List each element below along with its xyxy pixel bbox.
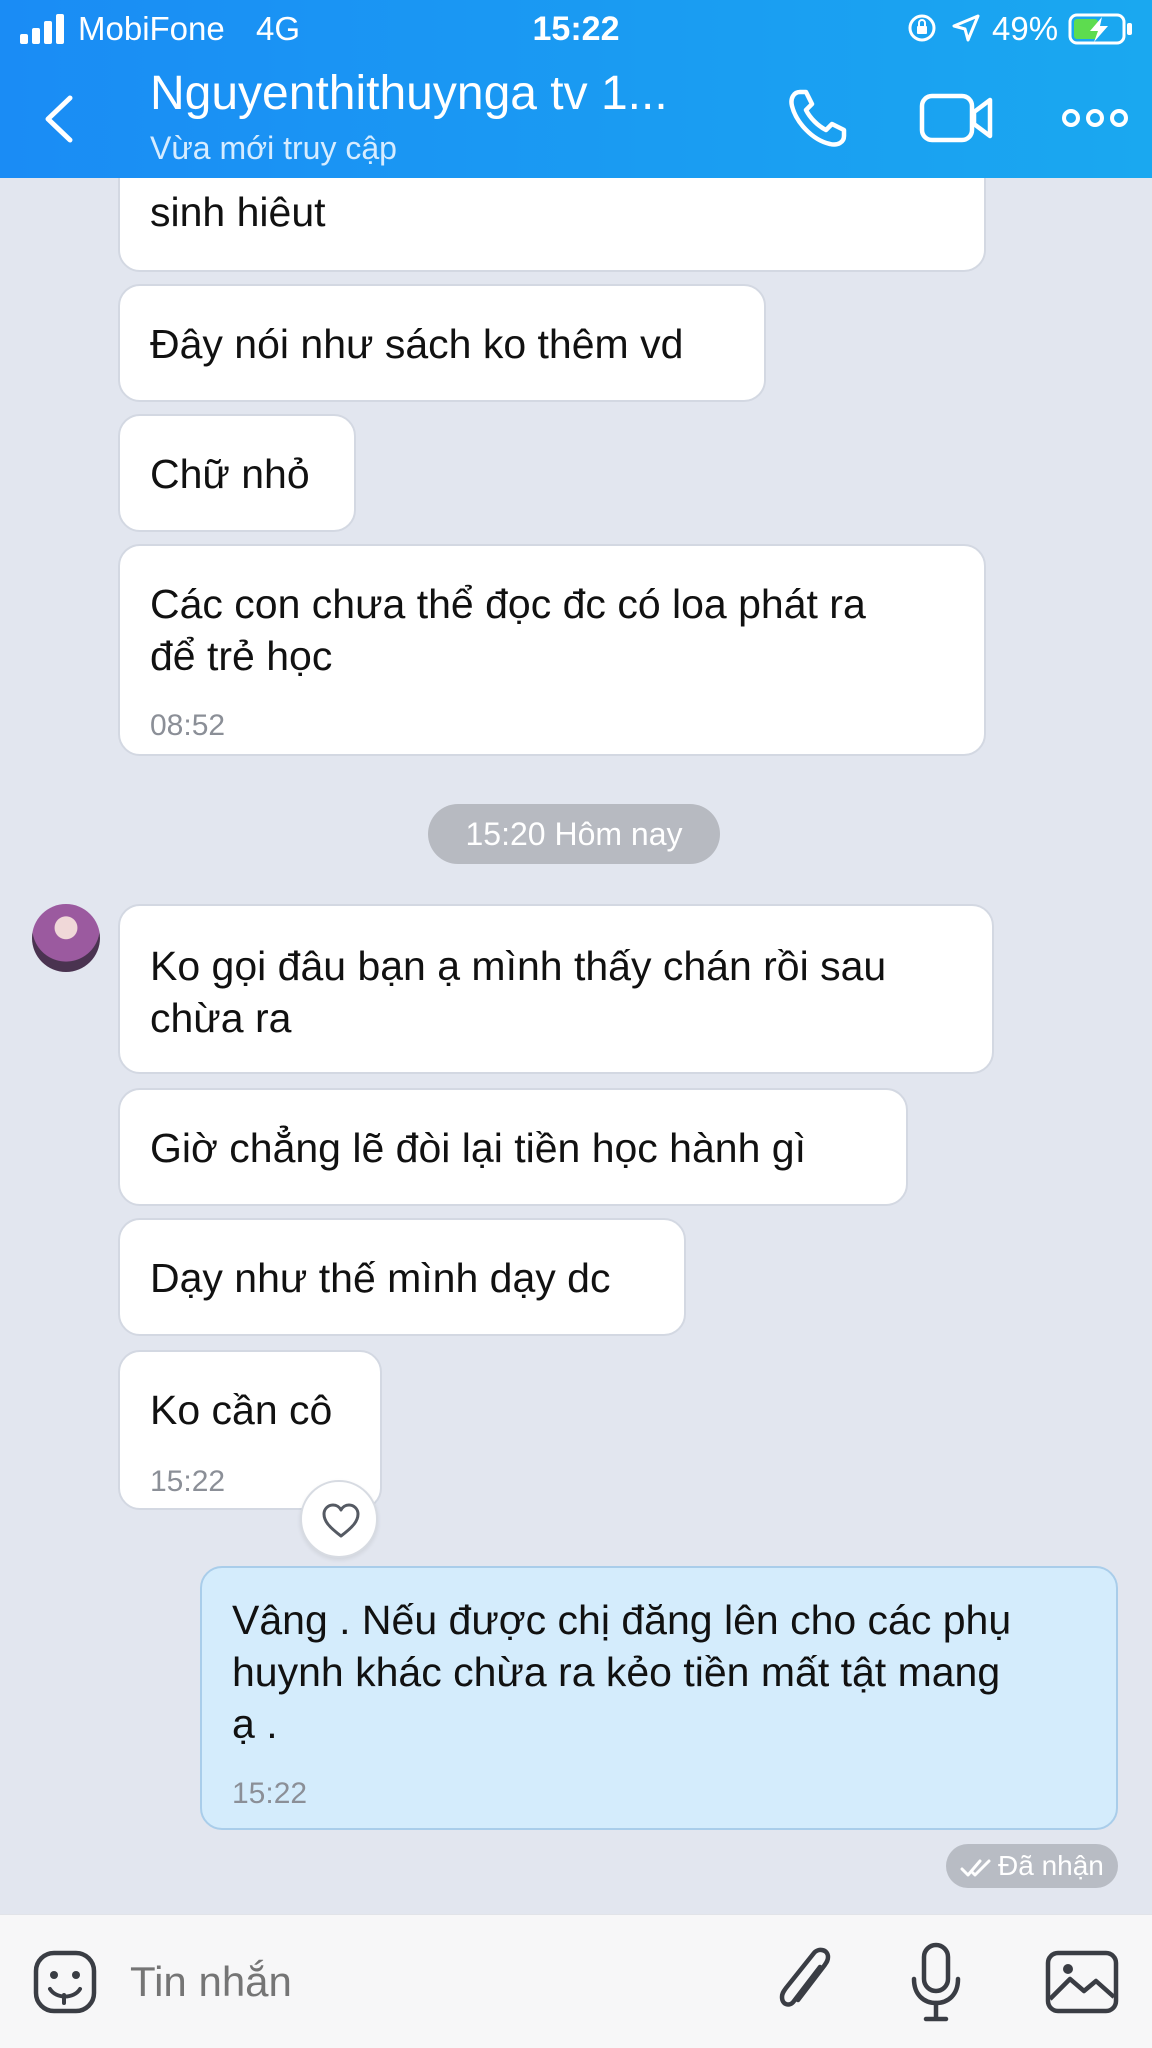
sent-message[interactable]: Vâng . Nếu được chị đăng lên cho các phụ… xyxy=(200,1566,1118,1830)
message-text: sinh hiêut xyxy=(150,189,326,235)
location-arrow-icon xyxy=(952,14,980,42)
message-text: Dạy như thế mình dạy dc xyxy=(150,1255,611,1301)
paperclip-icon[interactable] xyxy=(770,1945,840,2021)
back-button[interactable] xyxy=(30,84,90,154)
message-text: Vâng . Nếu được chị đăng lên cho các phụ xyxy=(232,1597,1012,1643)
delivery-status-text: Đã nhận xyxy=(998,1850,1104,1881)
battery-charging-icon xyxy=(1068,13,1132,45)
message-text: chừa ra xyxy=(150,995,292,1041)
message-input[interactable] xyxy=(130,1945,730,2019)
more-options-icon[interactable] xyxy=(1060,100,1130,136)
message-time: 08:52 xyxy=(150,709,226,742)
battery-percentage: 49% xyxy=(992,10,1059,47)
contact-avatar[interactable] xyxy=(32,904,100,972)
message-composer xyxy=(0,1914,1152,2048)
received-message[interactable]: Dạy như thế mình dạy dc xyxy=(118,1218,686,1336)
message-time: 15:22 xyxy=(150,1465,226,1498)
app-bar: Nguyenthithuynga tv 1... Vừa mới truy cậ… xyxy=(0,60,1152,178)
message-text: Chữ nhỏ xyxy=(150,451,310,497)
message-text: huynh khác chừa ra kẻo tiền mất tật mang xyxy=(232,1649,1001,1695)
message-text: Ko cần cô xyxy=(150,1387,333,1433)
contact-name[interactable]: Nguyenthithuynga tv 1... xyxy=(150,66,668,121)
received-message[interactable]: Các con chưa thể đọc đc có loa phát ra đ… xyxy=(118,544,986,756)
chat-header: MobiFone 4G 15:22 49% Nguyenthithuynga t… xyxy=(0,0,1152,178)
received-message[interactable]: Giờ chẳng lẽ đòi lại tiền học hành gì xyxy=(118,1088,908,1206)
date-separator: 15:20 Hôm nay xyxy=(428,804,720,864)
message-text: Giờ chẳng lẽ đòi lại tiền học hành gì xyxy=(150,1125,806,1171)
double-check-icon xyxy=(960,1859,991,1877)
received-message[interactable]: Đây nói như sách ko thêm vd xyxy=(118,284,766,402)
heart-icon xyxy=(322,1503,360,1538)
video-call-icon[interactable] xyxy=(918,88,994,148)
react-button[interactable] xyxy=(300,1480,378,1558)
sticker-emoji-icon[interactable] xyxy=(32,1949,98,2015)
rotation-lock-icon xyxy=(908,14,936,42)
message-text: Các con chưa thể đọc đc có loa phát ra xyxy=(150,581,866,627)
message-time: 15:22 xyxy=(232,1777,308,1810)
message-text: Đây nói như sách ko thêm vd xyxy=(150,321,684,367)
status-bar: MobiFone 4G 15:22 49% xyxy=(0,0,1152,60)
message-text: để trẻ học xyxy=(150,633,333,679)
contact-status: Vừa mới truy cập xyxy=(150,130,397,166)
message-text: Ko gọi đâu bạn ạ mình thấy chán rồi sau xyxy=(150,943,887,989)
received-message[interactable]: Chữ nhỏ xyxy=(118,414,356,532)
microphone-icon[interactable] xyxy=(906,1941,966,2025)
message-text: ạ . xyxy=(232,1701,278,1747)
image-gallery-icon[interactable] xyxy=(1044,1949,1120,2015)
phone-call-icon[interactable] xyxy=(782,84,852,154)
received-message[interactable]: Ko gọi đâu bạn ạ mình thấy chán rồi sau … xyxy=(118,904,994,1074)
delivery-status-badge: Đã nhận xyxy=(946,1844,1118,1888)
